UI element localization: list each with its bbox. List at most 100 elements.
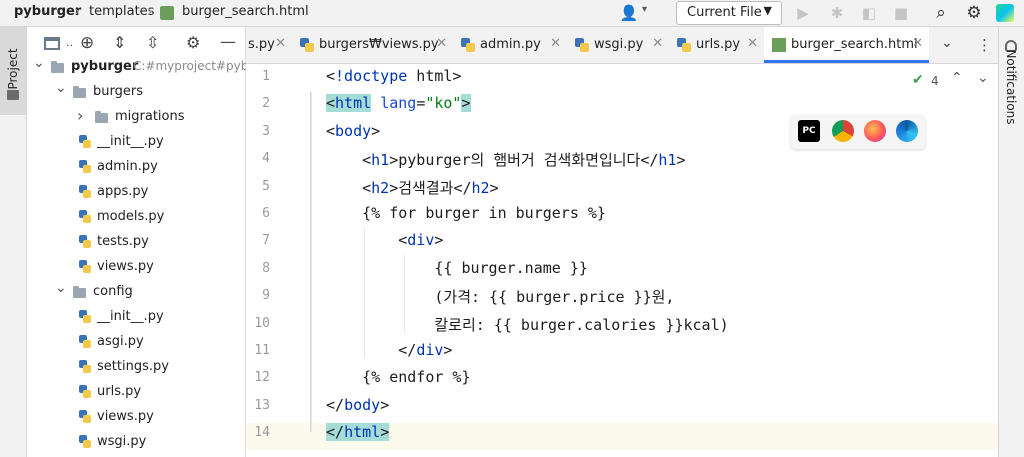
debug-icon[interactable]: ✱ [826, 2, 848, 24]
tree-file-row[interactable]: wsgi.py [27, 431, 245, 456]
user-icon[interactable]: 👤 [618, 2, 640, 24]
run-icon[interactable]: ▶ [792, 2, 814, 24]
tree-item-label: apps.py [97, 184, 149, 199]
chevron-down-icon[interactable]: ▾ [642, 4, 647, 15]
code-line[interactable]: <div> [326, 231, 443, 249]
tree-item-label: pyburger [71, 59, 139, 74]
tree-folder-row[interactable]: ⌄ pyburger C:#myproject#pybu [27, 55, 256, 81]
edge-icon[interactable] [896, 120, 918, 142]
close-icon[interactable]: ✕ [436, 36, 447, 51]
editor-tab[interactable]: admin.py ✕ [453, 27, 567, 63]
stop-icon[interactable]: ■ [890, 2, 912, 24]
tree-folder-row[interactable]: ⌄ config [27, 280, 245, 306]
tree-file-row[interactable]: admin.py [27, 156, 245, 181]
chevron-right-icon[interactable]: › [77, 106, 83, 125]
prev-highlight-icon[interactable]: ⌃ [951, 70, 963, 86]
coverage-icon[interactable]: ◧ [858, 2, 880, 24]
pycharm-icon[interactable]: PC [798, 120, 820, 142]
breadcrumb-folder[interactable]: templates [89, 4, 154, 19]
tree-item-path: C:#myproject#pybu [133, 59, 256, 73]
python-file-icon [79, 160, 91, 174]
close-icon[interactable]: ✕ [912, 36, 923, 51]
python-file-icon [79, 185, 91, 199]
breadcrumb-project[interactable]: pyburger [14, 4, 81, 19]
tree-folder-row[interactable]: › migrations [27, 106, 245, 131]
run-config-select[interactable]: Current File ▼ [676, 1, 782, 25]
notifications-tool-label[interactable]: Notifications [1004, 37, 1018, 137]
firefox-icon[interactable] [864, 120, 886, 142]
python-file-icon [79, 235, 91, 249]
next-highlight-icon[interactable]: ⌄ [977, 70, 989, 86]
tree-file-row[interactable]: __init__.py [27, 306, 245, 331]
more-icon[interactable]: ⋮ [977, 36, 992, 54]
tree-file-row[interactable]: __init__.py [27, 131, 245, 156]
gear-icon[interactable]: ⚙ [963, 2, 985, 24]
chevron-down-icon[interactable]: ⌄ [55, 280, 67, 296]
code-line[interactable]: <!doctype html> [326, 67, 461, 85]
editor-tab[interactable]: urls.py ✕ [669, 27, 764, 63]
tree-folder-row[interactable]: ⌄ burgers [27, 80, 245, 106]
update-icon[interactable] [996, 4, 1014, 22]
tree-file-row[interactable]: urls.py [27, 381, 245, 406]
close-icon[interactable]: ✕ [652, 36, 663, 51]
tree-file-row[interactable]: models.py [27, 206, 245, 231]
tree-file-row[interactable]: apps.py [27, 181, 245, 206]
line-number: 2 [262, 96, 270, 112]
expand-all-icon[interactable]: ⇕ [113, 33, 126, 52]
code-line[interactable]: <h1>pyburger의 햄버거 검색화면입니다</h1> [326, 149, 685, 170]
editor-tab[interactable]: wsgi.py ✕ [567, 27, 669, 63]
editor-tab[interactable]: s.py ✕ [246, 27, 292, 63]
code-line[interactable]: <html lang="ko"> [326, 94, 471, 113]
tree-item-label: migrations [115, 109, 185, 124]
code-line[interactable]: 칼로리: {{ burger.calories }}kcal) [326, 314, 728, 335]
tree-item-label: __init__.py [97, 134, 164, 149]
tree-file-row[interactable]: settings.py [27, 356, 245, 381]
code-line[interactable]: <body> [326, 122, 380, 140]
minimize-icon[interactable]: — [220, 32, 236, 51]
code-line[interactable]: </div> [326, 341, 452, 359]
python-file-icon [79, 210, 91, 224]
line-number: 3 [262, 123, 270, 139]
chevron-down-icon: ▼ [763, 4, 772, 17]
collapse-all-icon[interactable]: ⇳ [146, 33, 159, 52]
python-file-icon [79, 410, 91, 424]
tree-file-row[interactable]: views.py [27, 406, 245, 431]
chrome-icon[interactable] [832, 120, 854, 142]
python-file-icon [79, 310, 91, 324]
tree-file-row[interactable]: asgi.py [27, 331, 245, 356]
python-file-icon [461, 38, 475, 52]
tree-file-row[interactable]: views.py [27, 256, 245, 281]
python-file-icon [79, 135, 91, 149]
code-line[interactable]: <h2>검색결과</h2> [326, 177, 499, 198]
locate-icon[interactable]: ⊕ [80, 33, 94, 53]
chevron-down-icon[interactable]: ⌄ [55, 80, 67, 96]
close-icon[interactable]: ✕ [275, 36, 286, 51]
chevron-down-icon[interactable]: .. [66, 36, 73, 49]
editor-tab[interactable]: burger_search.html ✕ [764, 27, 929, 63]
tree-file-row[interactable]: tests.py [27, 231, 245, 256]
tree-item-label: wsgi.py [97, 434, 147, 449]
code-line[interactable]: {% endfor %} [326, 368, 470, 386]
python-file-icon [300, 38, 314, 52]
code-line[interactable]: </body> [326, 396, 389, 414]
breadcrumb-file[interactable]: burger_search.html [182, 4, 309, 19]
tree-item-label: asgi.py [97, 334, 144, 349]
tab-list-chevron-icon[interactable]: ⌄ [941, 35, 953, 51]
close-icon[interactable]: ✕ [747, 36, 758, 51]
code-line[interactable]: </html> [326, 423, 390, 442]
chevron-down-icon[interactable]: ⌄ [33, 55, 45, 71]
gear-icon[interactable]: ⚙ [186, 33, 200, 52]
tree-item-label: models.py [97, 209, 165, 224]
html-file-icon [160, 6, 174, 20]
code-line[interactable]: {{ burger.name }} [326, 259, 588, 277]
inspection-check-icon[interactable]: ✔ [912, 72, 924, 88]
tree-item-label: settings.py [97, 359, 169, 374]
editor-tab[interactable]: burgers₩views.py ✕ [292, 27, 453, 63]
tree-item-label: views.py [97, 409, 154, 424]
search-icon[interactable]: ⌕ [930, 2, 952, 24]
panel-view-icon[interactable] [44, 37, 60, 50]
close-icon[interactable]: ✕ [550, 36, 561, 51]
code-line[interactable]: (가격: {{ burger.price }}원, [326, 286, 674, 307]
code-line[interactable]: {% for burger in burgers %} [326, 204, 606, 222]
folder-icon [7, 90, 19, 100]
